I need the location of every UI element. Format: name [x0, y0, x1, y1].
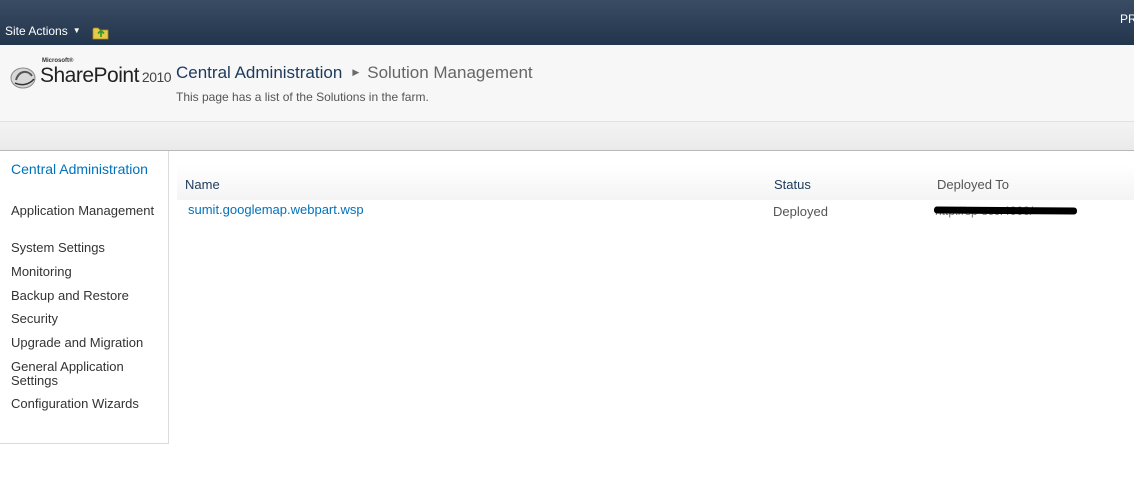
quick-launch-item-general-application-settings[interactable]: General Application Settings — [11, 360, 163, 388]
site-actions-label: Site Actions — [5, 24, 68, 38]
quick-launch-item-system-settings[interactable]: System Settings — [11, 241, 163, 255]
column-header-name[interactable]: Name — [185, 177, 220, 192]
folder-up-icon[interactable] — [92, 24, 110, 40]
product-name: SharePoint 2010 — [40, 64, 172, 88]
page-description: This page has a list of the Solutions in… — [176, 90, 429, 104]
column-header-deployed-to: Deployed To — [937, 177, 1010, 192]
quick-launch-item-security[interactable]: Security — [11, 312, 163, 326]
solutions-table-header: Name Status Deployed To — [177, 165, 1134, 200]
breadcrumb: Central Administration ▶ Solution Manageme… — [176, 63, 533, 83]
solution-status: Deployed — [773, 204, 828, 219]
product-name-text: SharePoint — [40, 64, 139, 87]
quick-launch-item-upgrade-and-migration[interactable]: Upgrade and Migration — [11, 336, 163, 350]
quick-launch-heading[interactable]: Central Administration — [11, 161, 161, 178]
quick-launch-item-monitoring[interactable]: Monitoring — [11, 265, 163, 279]
product-version: 2010 — [141, 69, 172, 85]
title-area: Microsoft® SharePoint 2010 Central Admini… — [0, 45, 1134, 122]
top-ribbon-bar: Site Actions ▼ PR — [0, 0, 1134, 45]
ribbon-strip — [0, 122, 1134, 151]
quick-launch-item-backup-and-restore[interactable]: Backup and Restore — [11, 289, 163, 303]
sharepoint-logo-icon — [10, 67, 36, 89]
solution-name-link[interactable]: sumit.googlemap.webpart.wsp — [188, 202, 364, 217]
solutions-content: Name Status Deployed To sumit.googlemap.… — [170, 151, 1134, 504]
quick-launch-item-application-management[interactable]: Application Management — [11, 204, 163, 218]
breadcrumb-root-link[interactable]: Central Administration — [176, 63, 342, 82]
redaction-mark — [933, 206, 1078, 215]
chevron-down-icon: ▼ — [72, 26, 81, 35]
sharepoint-logo[interactable]: Microsoft® SharePoint 2010 — [10, 58, 172, 94]
breadcrumb-arrow-icon: ▶ — [352, 67, 360, 77]
user-menu[interactable]: PR — [1120, 12, 1134, 26]
quick-launch-item-configuration-wizards[interactable]: Configuration Wizards — [11, 397, 163, 411]
table-row: sumit.googlemap.webpart.wsp Deployed htt… — [170, 199, 1134, 223]
page-title: Solution Management — [367, 63, 533, 82]
site-actions-menu[interactable]: Site Actions ▼ — [5, 24, 81, 38]
quick-launch: Central Administration Application Manag… — [0, 151, 169, 444]
column-header-status[interactable]: Status — [774, 177, 811, 192]
